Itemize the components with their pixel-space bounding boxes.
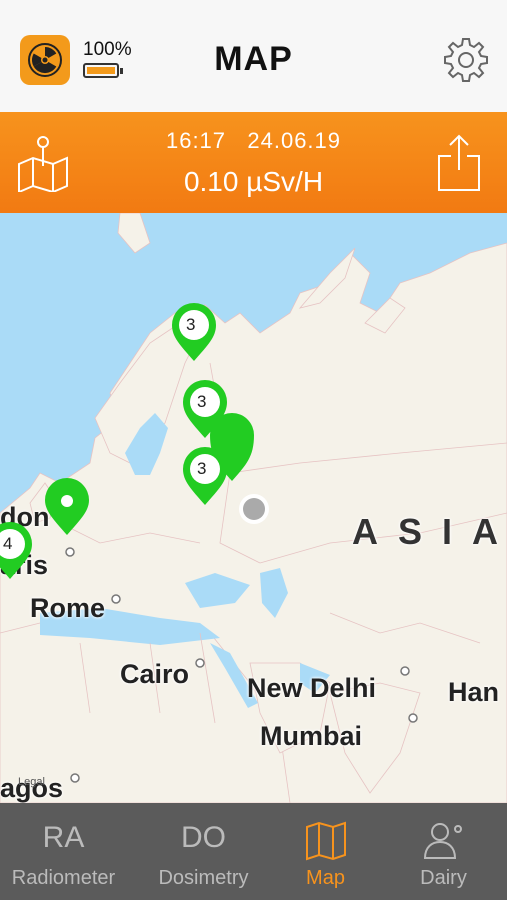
date: 24.06.19: [247, 128, 342, 153]
reading-bar: 16:17 24.06.19 0.10 µSv/H: [0, 112, 507, 213]
tab-map[interactable]: Map: [262, 803, 389, 900]
tab-bar: RA Radiometer DO Dosimetry Map Dairy: [0, 803, 507, 900]
tab-label: Radiometer: [11, 867, 116, 889]
map-label-london: don: [0, 502, 50, 532]
header: 100% MAP: [0, 0, 507, 113]
marker-count: 4: [3, 534, 13, 553]
dose-rate: 0.10 µSv/H: [183, 166, 324, 197]
person-icon: [423, 823, 462, 859]
map-label-new-delhi: New Delhi: [247, 673, 377, 703]
map-label-han: Han: [448, 677, 500, 707]
gear-icon[interactable]: [441, 35, 491, 85]
tab-abbr: DO: [181, 821, 226, 854]
time: 16:17: [165, 128, 227, 153]
tab-dairy[interactable]: Dairy: [380, 803, 507, 900]
marker-count: 3: [197, 392, 207, 411]
map-label-cairo: Cairo: [120, 659, 190, 689]
map-view[interactable]: ASIA Rome Cairo New Delhi Mumbai don ari…: [0, 213, 507, 803]
tab-radiometer[interactable]: RA Radiometer: [0, 803, 127, 900]
map-label-mumbai: Mumbai: [260, 721, 363, 751]
map-label-paris: aris: [0, 550, 49, 580]
tab-label: Dosimetry: [158, 867, 249, 889]
map-label-rome: Rome: [30, 593, 106, 623]
map-label-asia: ASIA: [352, 511, 507, 552]
tab-label: Dairy: [420, 867, 467, 889]
datetime: 16:17 24.06.19: [0, 128, 507, 154]
map-background: [0, 213, 507, 803]
share-icon[interactable]: [436, 134, 482, 192]
map-icon: [305, 821, 346, 861]
marker-count: 3: [197, 459, 207, 478]
marker-count: 3: [186, 315, 196, 334]
page-title: MAP: [214, 40, 293, 78]
tab-abbr: RA: [42, 821, 85, 854]
legal-link[interactable]: Legal: [18, 776, 45, 788]
tab-dosimetry[interactable]: DO Dosimetry: [140, 803, 267, 900]
tab-label: Map: [306, 867, 345, 889]
